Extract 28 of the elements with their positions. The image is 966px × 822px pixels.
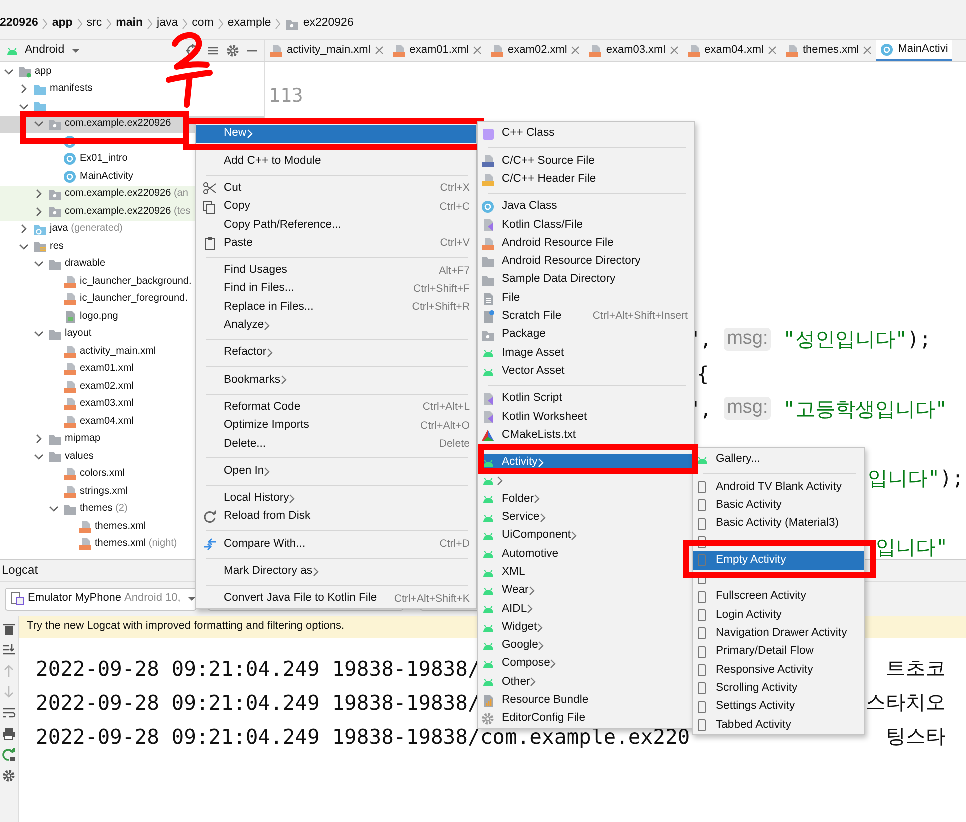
parameter-hint: msg: — [724, 328, 772, 351]
shortcut-text: Ctrl+Alt+O — [420, 420, 470, 432]
panel-title: Logcat — [2, 563, 38, 578]
log-text: 2022-09-28 09:21:04.249 19838-19838/com.example.ex220 — [36, 724, 690, 750]
line-number: 113 — [268, 84, 304, 109]
log-message: 트초코 — [886, 657, 947, 681]
parameter-hint: msg: — [724, 397, 772, 420]
log-text: 2022-09-28 09:21:04.249 19838-19838/ — [36, 656, 480, 682]
code-text: 입니다"); — [868, 466, 964, 490]
code-text: 입니다" — [876, 535, 948, 559]
code-text: { — [697, 362, 710, 386]
shortcut-text: Ctrl+D — [438, 538, 470, 551]
log-message: 팅스타 — [886, 725, 947, 749]
shortcut-text: Delete — [438, 438, 470, 451]
code-text: "성인입니다"); — [783, 327, 932, 352]
shortcut-text: Ctrl+V — [439, 237, 470, 250]
shortcut-text: Ctrl+C — [438, 200, 470, 214]
shortcut-text: Ctrl+Alt+Shift+Insert — [592, 310, 688, 324]
notice-text: Try the new Logcat with improved formatting and filtering options. — [27, 620, 345, 634]
shortcut-text: Ctrl+Alt+L — [422, 401, 470, 414]
log-text: 2022-09-28 09:21:04.249 19838-19838/ — [36, 690, 480, 716]
shortcut-text: Ctrl+Shift+F — [412, 282, 470, 296]
code-text: "고등학생입니다" — [783, 396, 948, 421]
shortcut-text: Ctrl+X — [439, 182, 470, 196]
shortcut-text: Alt+F7 — [438, 264, 470, 278]
log-message: 스타치오 — [866, 691, 947, 715]
shortcut-text: Ctrl+Alt+Shift+K — [393, 592, 470, 606]
shortcut-text: Ctrl+Shift+R — [411, 301, 470, 314]
